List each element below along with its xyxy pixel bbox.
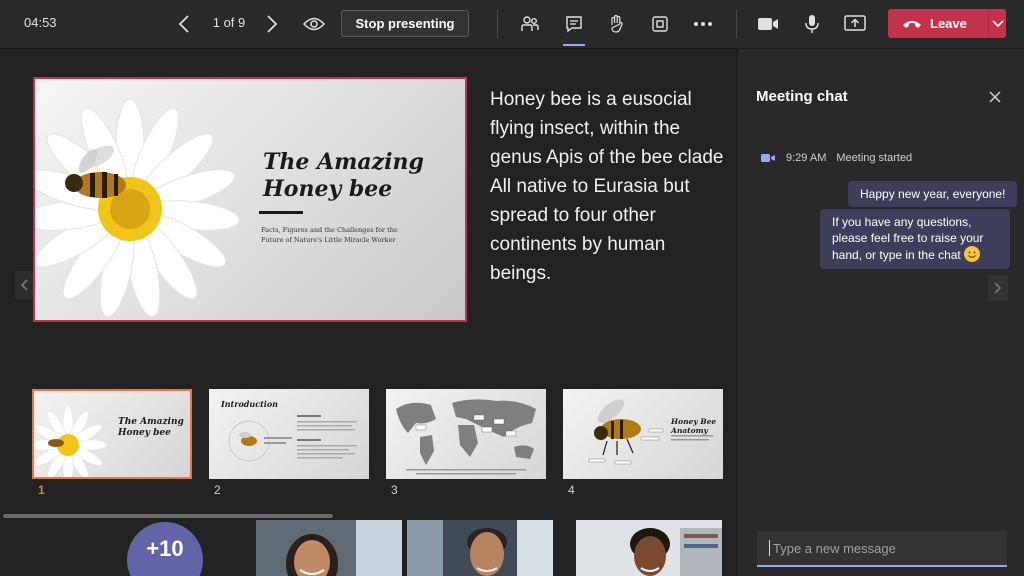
slide-title-rule xyxy=(259,211,303,214)
hang-up-icon xyxy=(903,20,921,28)
raise-hand-icon xyxy=(611,14,623,33)
thumbnail-title-line: The Amazing xyxy=(118,417,184,427)
thumbnail-number: 3 xyxy=(391,483,398,497)
chat-message-line: hand, or type in the chat xyxy=(832,248,961,262)
thumbnail-title: Honey Bee Anatomy xyxy=(671,417,716,435)
slide-thumbnail[interactable]: Honey Bee Anatomy xyxy=(563,389,723,479)
slide-title: The Amazing Honey bee xyxy=(263,149,424,203)
more-participants-button[interactable]: +10 xyxy=(127,522,203,576)
participant-avatar xyxy=(286,520,402,576)
chevron-right-icon xyxy=(994,282,1002,294)
chevron-left-icon xyxy=(178,15,189,33)
chat-message-text: Happy new year, everyone! xyxy=(860,187,1006,201)
breakout-rooms-button[interactable] xyxy=(646,10,674,38)
notes-paragraph: All native to Eurasia but spread to four… xyxy=(490,176,690,284)
camera-icon xyxy=(758,18,778,30)
current-slide: The Amazing Honey bee Facts, Figures and… xyxy=(33,77,467,322)
presentation-stage: The Amazing Honey bee Facts, Figures and… xyxy=(0,49,736,576)
close-chat-button[interactable] xyxy=(987,89,1003,105)
microphone-button[interactable] xyxy=(798,10,826,38)
daisy-bee-image xyxy=(34,405,108,477)
daisy-bee-image xyxy=(35,98,240,318)
participant-avatar xyxy=(630,528,722,576)
slide-thumbnail[interactable] xyxy=(386,389,546,479)
camera-button[interactable] xyxy=(754,10,782,38)
participant-video-tile[interactable] xyxy=(576,520,722,576)
stage-previous-button[interactable] xyxy=(15,271,33,299)
world-map-image xyxy=(396,399,536,475)
thumbnail-title: The Amazing Honey bee xyxy=(118,417,184,439)
slide-thumbnail[interactable]: Introduction xyxy=(209,389,369,479)
leave-options-button[interactable] xyxy=(989,19,1006,28)
slide-subtitle: Facts, Figures and the Challenges for th… xyxy=(261,226,398,244)
slide-counter: 1 of 9 xyxy=(212,15,246,30)
participant-video-tile[interactable] xyxy=(256,520,402,576)
chevron-right-icon xyxy=(267,15,278,33)
thumbnail-number: 1 xyxy=(38,483,45,497)
chat-message[interactable]: If you have any questions, please feel f… xyxy=(820,209,1010,269)
toolbar-divider xyxy=(736,10,737,38)
presenter-notes: Honey bee is a eusocial flying insect, w… xyxy=(490,85,730,288)
slide-title-line: The Amazing xyxy=(263,149,424,175)
leave-label: Leave xyxy=(930,16,967,31)
chat-panel-title: Meeting chat xyxy=(756,88,848,105)
chevron-left-icon xyxy=(20,279,28,291)
view-only-toggle[interactable] xyxy=(302,12,326,36)
message-input[interactable] xyxy=(771,539,995,557)
bee-diagram-image xyxy=(228,415,357,462)
close-icon xyxy=(989,91,1001,103)
share-content-button[interactable] xyxy=(841,10,869,38)
chat-button[interactable] xyxy=(560,10,588,46)
system-message: 9:29 AM Meeting started xyxy=(760,152,912,164)
chevron-down-icon xyxy=(991,19,1004,27)
eye-icon xyxy=(303,17,325,31)
participant-video-tile[interactable] xyxy=(407,520,553,576)
more-icon xyxy=(694,22,712,26)
toolbar-divider xyxy=(497,10,498,38)
thumbnail-number: 2 xyxy=(214,483,221,497)
meeting-chat-panel: Meeting chat 9:29 AM Meeting started Hap… xyxy=(737,49,1024,576)
leave-button[interactable]: Leave xyxy=(888,16,988,31)
people-icon xyxy=(521,16,539,31)
chat-message-line: If you have any questions, xyxy=(832,215,972,229)
chat-message[interactable]: Happy new year, everyone! xyxy=(848,181,1018,207)
meeting-timer: 04:53 xyxy=(24,15,57,30)
video-camera-icon xyxy=(761,154,775,162)
chat-icon xyxy=(566,16,582,33)
chat-message-line-with-emoji: hand, or type in the chat xyxy=(832,246,998,263)
more-actions-button[interactable] xyxy=(689,10,717,38)
slide-title-line: Honey bee xyxy=(263,176,393,202)
thumbnail-number: 4 xyxy=(568,483,575,497)
thumbnail-title-line: Honey bee xyxy=(118,428,171,438)
mic-icon xyxy=(805,15,819,33)
stop-presenting-button[interactable]: Stop presenting xyxy=(341,10,469,37)
system-message-time: 9:29 AM xyxy=(786,152,827,164)
slide-thumbnail[interactable]: The Amazing Honey bee xyxy=(32,389,192,479)
share-screen-icon xyxy=(844,15,866,31)
previous-slide-button[interactable] xyxy=(172,12,196,36)
reactions-button[interactable] xyxy=(603,10,631,38)
rooms-icon xyxy=(652,16,668,32)
meeting-toolbar: 04:53 1 of 9 Stop presenting Leave xyxy=(0,0,1024,49)
notes-paragraph: Honey bee is a eusocial flying insect, w… xyxy=(490,89,724,168)
system-message-text: Meeting started xyxy=(836,152,913,164)
text-caret xyxy=(769,540,770,556)
leave-button-group: Leave xyxy=(888,9,1006,38)
slide-thumbnail-strip: The Amazing Honey bee 1 Introduction 2 3… xyxy=(0,387,736,497)
compose-box[interactable] xyxy=(757,531,1007,567)
thumbnail-title-line: Honey Bee xyxy=(671,417,717,426)
thumbnail-title-line: Anatomy xyxy=(671,426,708,435)
participant-gallery: +10 xyxy=(0,518,736,576)
smile-emoji-icon xyxy=(964,246,981,262)
participant-avatar xyxy=(407,520,553,576)
chat-message-line: please feel free to raise your xyxy=(832,231,984,245)
chat-scroll-right-button[interactable] xyxy=(988,275,1008,301)
next-slide-button[interactable] xyxy=(260,12,284,36)
participants-button[interactable] xyxy=(516,10,544,38)
